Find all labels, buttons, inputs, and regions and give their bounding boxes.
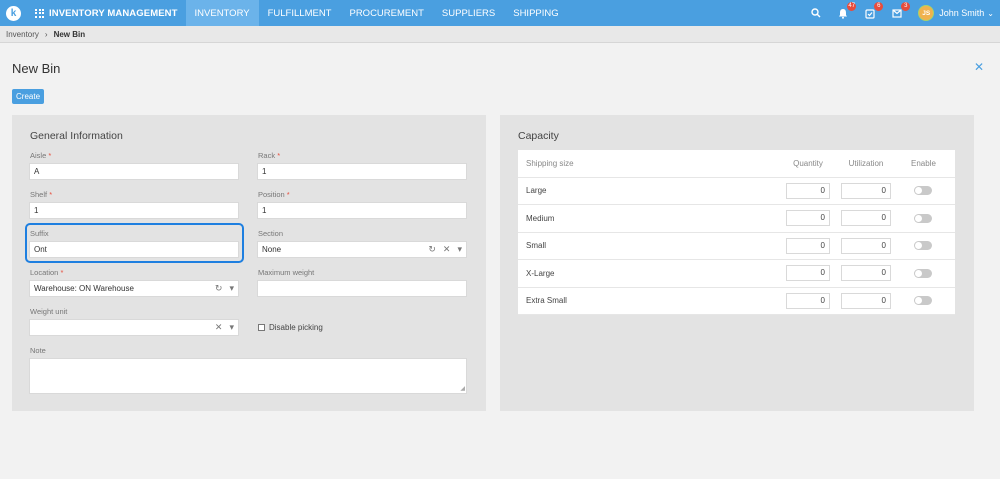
general-information-title: General Information: [30, 130, 123, 142]
refresh-icon[interactable]: ↻: [215, 283, 223, 294]
maximum-weight-input[interactable]: [257, 280, 467, 297]
section-label: Section: [258, 229, 284, 238]
quantity-input[interactable]: 0: [786, 182, 830, 199]
maximum-weight-label: Maximum weight: [258, 268, 315, 277]
suffix-label: Suffix: [30, 229, 49, 238]
disable-picking-checkbox[interactable]: [258, 324, 265, 331]
disable-picking-label: Disable picking: [269, 323, 323, 332]
chevron-down-icon[interactable]: ⌄: [987, 9, 994, 18]
page-title: New Bin: [12, 61, 61, 76]
aisle-label: Aisle *: [30, 151, 52, 160]
table-row: Large 0 0: [518, 178, 955, 205]
clear-icon[interactable]: ✕: [443, 244, 451, 255]
create-button[interactable]: Create: [12, 89, 45, 104]
search-icon[interactable]: [809, 6, 823, 20]
tab-inventory[interactable]: INVENTORY: [185, 0, 259, 26]
notifications-bell-icon[interactable]: 47: [836, 2, 857, 20]
aisle-input[interactable]: A: [29, 163, 239, 180]
rack-label: Rack *: [258, 151, 281, 160]
col-utilization: Utilization: [848, 158, 884, 168]
location-label: Location *: [30, 268, 64, 277]
general-information-panel: General Information Aisle * A Rack * 1 S…: [12, 115, 486, 411]
position-label: Position *: [258, 190, 290, 199]
tab-fulfillment[interactable]: FULFILLMENT: [259, 0, 341, 26]
row-size: Large: [526, 186, 547, 196]
enable-toggle[interactable]: [914, 268, 932, 278]
breadcrumb-inventory[interactable]: Inventory: [6, 30, 39, 39]
apps-grid-icon[interactable]: [35, 8, 44, 18]
position-input[interactable]: 1: [257, 202, 467, 219]
user-name[interactable]: John Smith: [939, 8, 984, 18]
breadcrumb: Inventory › New Bin: [0, 26, 1000, 43]
location-select[interactable]: Warehouse: ON Warehouse ↻ ▾: [29, 280, 239, 297]
row-size: Medium: [526, 213, 555, 223]
top-navigation-bar: k INVENTORY MANAGEMENT INVENTORY FULFILL…: [0, 0, 1000, 26]
capacity-panel: Capacity Shipping size Quantity Utilizat…: [500, 115, 974, 411]
breadcrumb-current: New Bin: [53, 29, 86, 39]
chevron-down-icon[interactable]: ▾: [229, 283, 234, 294]
row-size: X-Large: [526, 268, 555, 278]
note-label: Note: [30, 346, 46, 355]
app-logo[interactable]: k: [6, 5, 21, 21]
app-name[interactable]: INVENTORY MANAGEMENT: [49, 8, 178, 19]
resize-handle-icon[interactable]: ◢: [460, 385, 465, 392]
row-size: Small: [526, 241, 547, 251]
close-icon[interactable]: ✕: [974, 60, 984, 74]
notifications-badge: 47: [847, 2, 857, 11]
messages-badge: 3: [901, 2, 911, 11]
utilization-input[interactable]: 0: [841, 237, 891, 254]
tasks-badge: 6: [874, 2, 884, 11]
enable-toggle[interactable]: [914, 186, 932, 196]
rack-input[interactable]: 1: [257, 163, 467, 180]
utilization-input[interactable]: 0: [841, 265, 891, 282]
suffix-input[interactable]: Ont: [29, 241, 239, 258]
note-textarea[interactable]: ◢: [29, 358, 467, 394]
section-select[interactable]: None ↻ ✕ ▾: [257, 241, 467, 258]
clear-icon[interactable]: ✕: [215, 322, 223, 333]
enable-toggle[interactable]: [914, 241, 932, 251]
table-row: Extra Small 0 0: [518, 288, 955, 315]
chevron-down-icon[interactable]: ▾: [229, 322, 234, 333]
user-avatar[interactable]: JS: [918, 5, 935, 21]
capacity-table: Shipping size Quantity Utilization Enabl…: [518, 150, 955, 315]
col-quantity: Quantity: [793, 158, 823, 168]
quantity-input[interactable]: 0: [786, 292, 830, 309]
enable-toggle[interactable]: [914, 213, 932, 223]
shelf-label: Shelf *: [30, 190, 53, 199]
chevron-right-icon: ›: [44, 29, 48, 39]
quantity-input[interactable]: 0: [786, 210, 830, 227]
disable-picking-row[interactable]: Disable picking: [258, 323, 323, 332]
capacity-title: Capacity: [518, 130, 559, 142]
shelf-input[interactable]: 1: [29, 202, 239, 219]
weight-unit-select[interactable]: ✕ ▾: [29, 319, 239, 336]
utilization-input[interactable]: 0: [841, 210, 891, 227]
refresh-icon[interactable]: ↻: [428, 244, 436, 255]
row-size: Extra Small: [526, 296, 567, 306]
logo-letter: k: [10, 7, 17, 19]
messages-icon[interactable]: 3: [890, 2, 911, 20]
tab-suppliers[interactable]: SUPPLIERS: [433, 0, 504, 26]
tab-procurement[interactable]: PROCUREMENT: [340, 0, 432, 26]
tab-shipping[interactable]: SHIPPING: [504, 0, 567, 26]
col-enable: Enable: [911, 158, 936, 168]
quantity-input[interactable]: 0: [786, 265, 830, 282]
quantity-input[interactable]: 0: [786, 237, 830, 254]
table-row: X-Large 0 0: [518, 260, 955, 288]
chevron-down-icon[interactable]: ▾: [457, 244, 462, 255]
utilization-input[interactable]: 0: [841, 182, 891, 199]
tasks-icon[interactable]: 6: [863, 2, 884, 20]
utilization-input[interactable]: 0: [841, 292, 891, 309]
weight-unit-label: Weight unit: [30, 307, 68, 316]
capacity-table-header: Shipping size Quantity Utilization Enabl…: [518, 150, 955, 178]
table-row: Medium 0 0: [518, 205, 955, 233]
enable-toggle[interactable]: [914, 296, 932, 306]
col-shipping-size: Shipping size: [526, 158, 574, 168]
table-row: Small 0 0: [518, 233, 955, 260]
